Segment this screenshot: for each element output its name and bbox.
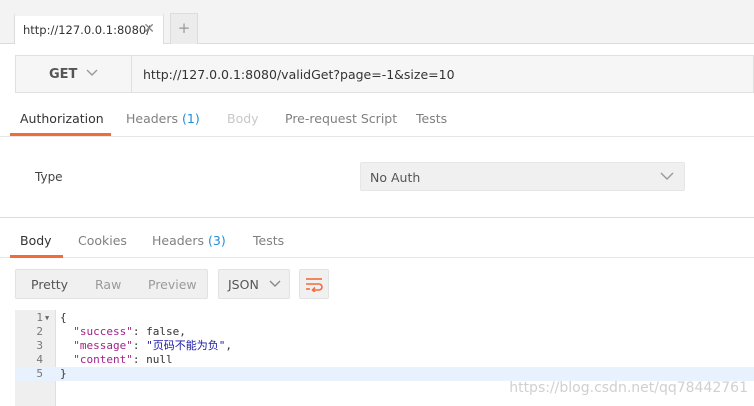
url-input[interactable]: http://127.0.0.1:8080/validGet?page=-1&s…	[143, 67, 455, 82]
fold-caret-icon[interactable]: ▼	[45, 311, 49, 325]
line-number: 1	[36, 311, 43, 324]
format-select[interactable]: JSON	[218, 269, 290, 299]
code-text: "success": false,	[73, 325, 186, 338]
preview-button[interactable]: Preview	[148, 277, 197, 292]
method-label: GET	[49, 67, 78, 82]
active-tab-indicator	[10, 133, 111, 136]
format-label: JSON	[228, 277, 259, 292]
view-mode-group: Pretty Raw Preview	[15, 269, 208, 299]
code-text: {	[60, 311, 67, 324]
code-line: 4 "content": null	[15, 353, 754, 367]
response-tab-headers[interactable]: Headers (3)	[152, 233, 226, 248]
authorization-panel: Type No Auth	[0, 137, 754, 217]
request-tab-label: http://127.0.0.1:8080/	[23, 23, 151, 37]
code-line: 2 "success": false,	[15, 325, 754, 339]
response-tab-headers-label: Headers	[152, 233, 205, 248]
wrap-lines-icon	[306, 278, 323, 292]
response-tab-body[interactable]: Body	[20, 233, 52, 248]
tab-headers[interactable]: Headers (1)	[126, 111, 200, 126]
code-line: 3 "message": "页码不能为负",	[15, 339, 754, 353]
response-tab-tests[interactable]: Tests	[253, 233, 284, 248]
add-tab-button[interactable]: +	[170, 13, 198, 44]
tab-headers-label: Headers	[126, 111, 179, 126]
line-number: 4	[36, 353, 43, 366]
close-icon[interactable]: ✕	[143, 21, 155, 37]
response-tabs: Body Cookies Headers (3) Tests	[0, 222, 754, 258]
code-line-current: 5 }	[15, 367, 754, 381]
tab-authorization[interactable]: Authorization	[20, 111, 104, 126]
raw-button[interactable]: Raw	[95, 277, 121, 292]
request-tabs: Authorization Headers (1) Body Pre-reque…	[0, 101, 754, 137]
code-text: }	[60, 367, 67, 380]
line-number: 5	[36, 367, 43, 380]
code-text: "content": null	[73, 353, 173, 366]
chevron-down-icon	[269, 280, 281, 287]
request-tab[interactable]: http://127.0.0.1:8080/ ✕	[14, 13, 164, 44]
json-value: null	[146, 353, 173, 366]
json-key: "message"	[73, 339, 133, 352]
wrap-lines-button[interactable]	[299, 269, 329, 299]
pretty-button[interactable]: Pretty	[31, 277, 68, 292]
chevron-down-icon	[86, 69, 98, 76]
response-tab-cookies[interactable]: Cookies	[78, 233, 127, 248]
json-value: "页码不能为负"	[146, 339, 226, 352]
response-body-editor[interactable]: 1 ▼ { 2 "success": false, 3 "message": "…	[15, 310, 754, 406]
response-headers-count-badge: (3)	[208, 233, 226, 248]
response-toolbar: Pretty Raw Preview JSON	[0, 258, 754, 310]
auth-type-select[interactable]: No Auth	[360, 162, 685, 191]
method-select[interactable]: GET	[16, 56, 132, 92]
chevron-down-icon	[660, 172, 674, 180]
url-bar: GET http://127.0.0.1:8080/validGet?page=…	[15, 55, 754, 93]
code-text: "message": "页码不能为负",	[73, 339, 232, 352]
headers-count-badge: (1)	[182, 111, 200, 126]
code-line: 1 ▼ {	[15, 311, 754, 325]
json-key: "success"	[73, 325, 133, 338]
panel-divider	[0, 217, 754, 218]
line-number: 3	[36, 339, 43, 352]
tab-tests[interactable]: Tests	[416, 111, 447, 126]
auth-type-value: No Auth	[370, 170, 421, 185]
type-label: Type	[35, 170, 63, 184]
json-value: false	[146, 325, 180, 338]
watermark: https://blog.csdn.net/qq78442761	[509, 380, 748, 396]
tab-prerequest-script[interactable]: Pre-request Script	[285, 111, 397, 126]
tab-bar: http://127.0.0.1:8080/ ✕ +	[0, 0, 754, 44]
json-key: "content"	[73, 353, 133, 366]
tab-body[interactable]: Body	[227, 111, 259, 126]
line-number: 2	[36, 325, 43, 338]
